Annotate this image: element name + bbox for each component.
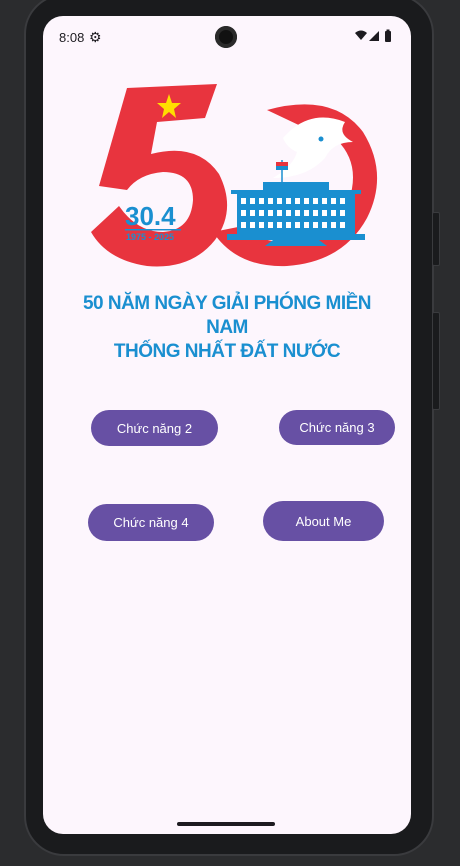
logo-years: 1975 - 2025 bbox=[126, 232, 174, 242]
status-bar: 8:08 ⚙ bbox=[43, 16, 411, 56]
anniversary-logo: 30.4 1975 - 2025 bbox=[87, 82, 383, 272]
wifi-icon bbox=[355, 30, 367, 40]
feature-3-button[interactable]: Chức năng 3 bbox=[279, 410, 395, 445]
headline-line-2: THỐNG NHẤT ĐẤT NƯỚC bbox=[113, 341, 341, 362]
headline: 50 NĂM NGÀY GIẢI PHÓNG MIỀN NAM THỐNG NH… bbox=[63, 292, 391, 364]
feature-4-button[interactable]: Chức năng 4 bbox=[88, 504, 214, 541]
power-button bbox=[432, 212, 440, 266]
status-time: 8:08 bbox=[59, 30, 85, 45]
battery-icon bbox=[385, 31, 391, 42]
volume-button bbox=[432, 312, 440, 410]
feature-2-button[interactable]: Chức năng 2 bbox=[91, 410, 218, 446]
home-indicator[interactable] bbox=[177, 822, 275, 826]
phone-screen: 8:08 ⚙ 30.4 1975 - 2025 50 NĂM NGÀY GIẢI… bbox=[43, 16, 411, 834]
signal-icon bbox=[369, 31, 379, 41]
settings-icon: ⚙ bbox=[89, 29, 102, 45]
camera-cutout bbox=[215, 26, 237, 48]
logo-date: 30.4 bbox=[125, 201, 176, 231]
about-me-button[interactable]: About Me bbox=[263, 501, 384, 541]
headline-line-1: 50 NĂM NGÀY GIẢI PHÓNG MIỀN NAM bbox=[82, 293, 372, 338]
status-icons bbox=[353, 29, 395, 43]
